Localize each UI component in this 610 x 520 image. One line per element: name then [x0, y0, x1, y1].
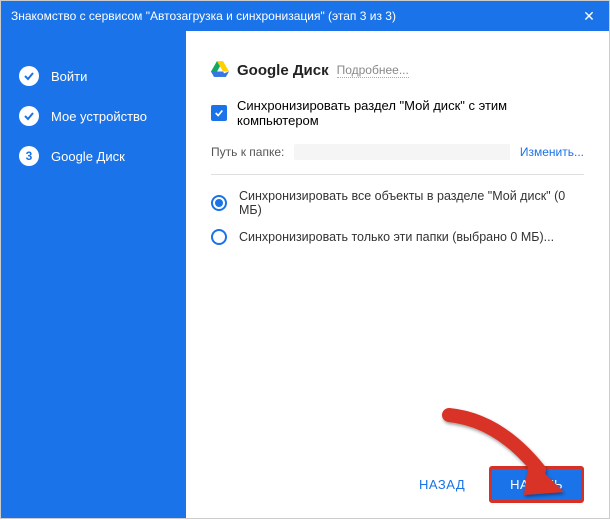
- titlebar: Знакомство с сервисом "Автозагрузка и си…: [1, 1, 609, 31]
- sync-checkbox-label: Синхронизировать раздел "Мой диск" с эти…: [237, 98, 584, 128]
- folder-path-row: Путь к папке: Изменить...: [211, 144, 584, 160]
- step-drive: 3 Google Диск: [1, 136, 186, 176]
- sidebar: Войти Мое устройство 3 Google Диск: [1, 31, 186, 518]
- sync-checkbox[interactable]: [211, 105, 227, 121]
- path-value: [294, 144, 510, 160]
- window-body: Войти Мое устройство 3 Google Диск Googl…: [1, 31, 609, 518]
- path-label: Путь к папке:: [211, 145, 284, 159]
- step-label: Мое устройство: [51, 109, 147, 124]
- window-title: Знакомство с сервисом "Автозагрузка и си…: [11, 9, 579, 23]
- step-label: Google Диск: [51, 149, 125, 164]
- step-login: Войти: [1, 56, 186, 96]
- more-link[interactable]: Подробнее...: [337, 63, 409, 78]
- google-drive-icon: [211, 61, 229, 80]
- radio-sync-some[interactable]: [211, 229, 227, 245]
- header-row: Google Диск Подробнее...: [211, 61, 584, 80]
- step-device: Мое устройство: [1, 96, 186, 136]
- page-title: Google Диск: [237, 62, 329, 79]
- check-icon: [19, 66, 39, 86]
- change-path-link[interactable]: Изменить...: [520, 145, 584, 159]
- setup-wizard-window: Знакомство с сервисом "Автозагрузка и си…: [0, 0, 610, 519]
- radio-sync-some-row[interactable]: Синхронизировать только эти папки (выбра…: [211, 229, 584, 245]
- divider: [211, 174, 584, 175]
- radio-sync-all-label: Синхронизировать все объекты в разделе "…: [239, 189, 584, 217]
- back-button[interactable]: НАЗАД: [403, 467, 481, 502]
- radio-sync-all-row[interactable]: Синхронизировать все объекты в разделе "…: [211, 189, 584, 217]
- check-icon: [19, 106, 39, 126]
- radio-sync-some-label: Синхронизировать только эти папки (выбра…: [239, 230, 554, 244]
- main-panel: Google Диск Подробнее... Синхронизироват…: [186, 31, 609, 518]
- step-label: Войти: [51, 69, 87, 84]
- start-button[interactable]: НАЧАТЬ: [489, 466, 584, 503]
- sync-my-drive-row: Синхронизировать раздел "Мой диск" с эти…: [211, 98, 584, 128]
- close-icon[interactable]: ✕: [579, 8, 599, 25]
- footer: НАЗАД НАЧАТЬ: [211, 456, 584, 503]
- step-number-icon: 3: [19, 146, 39, 166]
- radio-sync-all[interactable]: [211, 195, 227, 211]
